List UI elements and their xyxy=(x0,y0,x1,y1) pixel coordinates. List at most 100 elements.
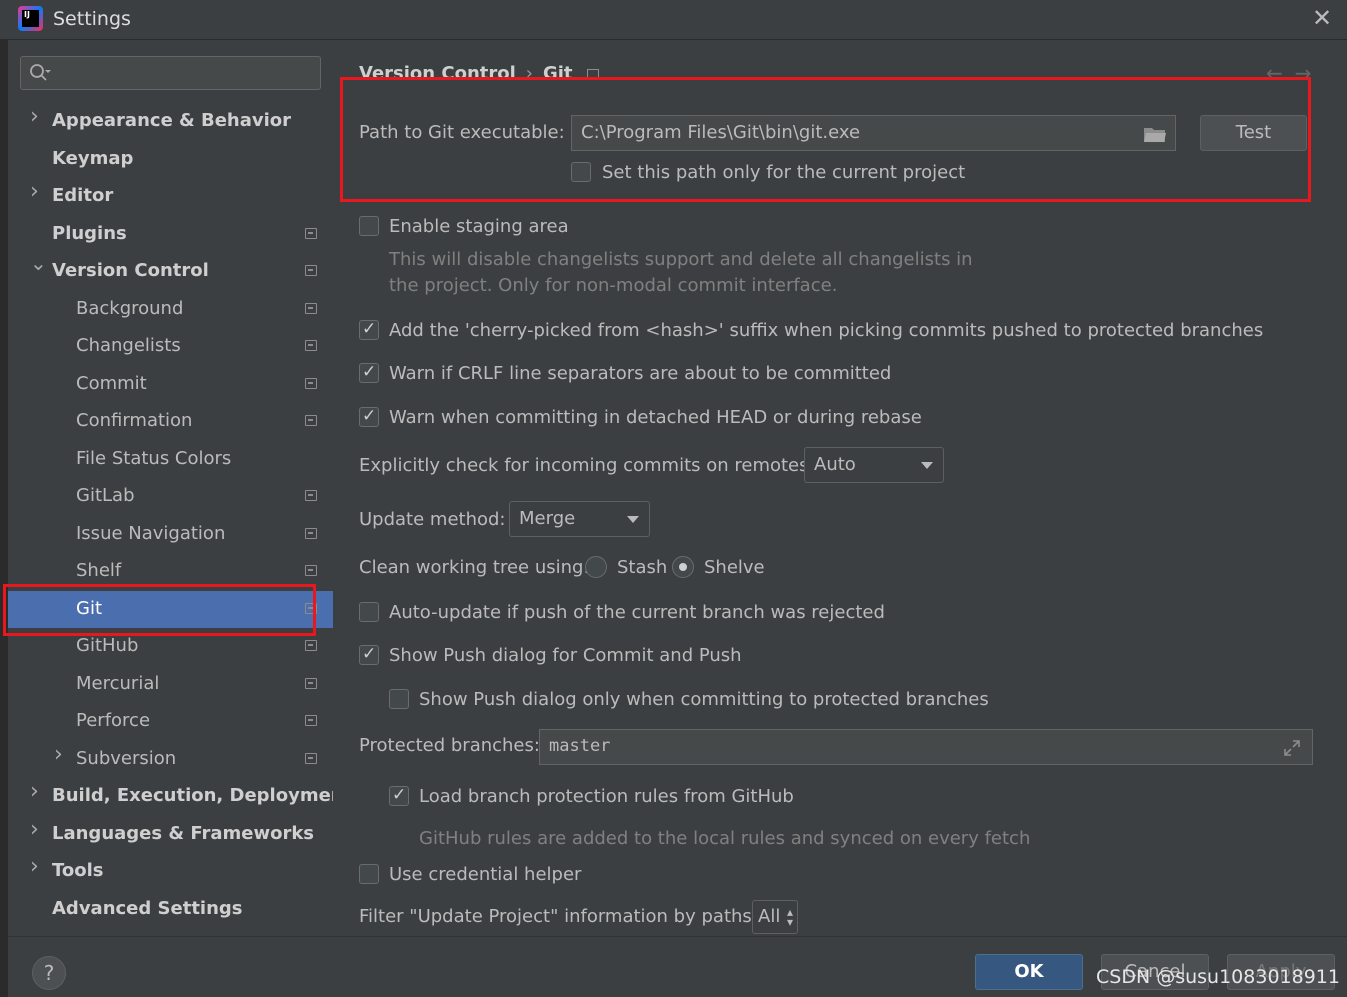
breadcrumb: Version Control › Git xyxy=(359,63,599,84)
update-method-select[interactable]: Merge xyxy=(509,501,650,537)
sidebar-item-gitlab[interactable]: GitLab xyxy=(8,478,333,515)
expand-icon[interactable] xyxy=(1282,738,1302,758)
project-scope-icon xyxy=(305,415,317,426)
sidebar-item-plugins[interactable]: Plugins xyxy=(8,216,333,253)
search-input[interactable] xyxy=(61,61,311,85)
history-arrows: ←→ xyxy=(1266,61,1324,85)
show-push-dialog-label: Show Push dialog for Commit and Push xyxy=(389,645,742,666)
shelve-radio[interactable] xyxy=(672,556,694,578)
sidebar-item-background[interactable]: Background xyxy=(8,291,333,328)
chevron-right-icon[interactable]: › xyxy=(54,744,68,766)
warn-detached-head-checkbox[interactable] xyxy=(359,406,379,427)
sidebar-item-git[interactable]: Git xyxy=(8,591,333,628)
sidebar-item-languages-frameworks[interactable]: › Languages & Frameworks xyxy=(8,816,333,853)
show-push-dialog-checkbox[interactable] xyxy=(359,644,379,665)
show-push-protected-checkbox[interactable] xyxy=(389,689,409,709)
breadcrumb-parent[interactable]: Version Control xyxy=(359,63,516,84)
sidebar-item-confirmation[interactable]: Confirmation xyxy=(8,403,333,440)
sidebar-item-shelf[interactable]: Shelf xyxy=(8,553,333,590)
credential-helper-label: Use credential helper xyxy=(389,864,582,885)
sidebar-item-perforce[interactable]: Perforce xyxy=(8,703,333,740)
warn-crlf-checkbox[interactable] xyxy=(359,362,379,383)
protected-branches-field[interactable]: master xyxy=(539,729,1313,765)
project-scope-icon xyxy=(305,715,317,726)
folder-icon[interactable] xyxy=(1143,124,1167,144)
sidebar-item-label: GitHub xyxy=(76,635,139,656)
chevron-right-icon[interactable]: › xyxy=(30,856,44,878)
load-protection-rules-checkbox[interactable] xyxy=(389,785,409,806)
warn-detached-head-label: Warn when committing in detached HEAD or… xyxy=(389,407,922,428)
chevron-right-icon[interactable]: › xyxy=(30,819,44,841)
enable-staging-label: Enable staging area xyxy=(389,216,569,237)
cherry-pick-suffix-checkbox[interactable] xyxy=(359,319,379,340)
project-scope-icon xyxy=(305,490,317,501)
protected-branches-label: Protected branches: xyxy=(359,735,540,756)
test-button[interactable]: Test xyxy=(1200,115,1307,151)
sidebar-item-mercurial[interactable]: Mercurial xyxy=(8,666,333,703)
stash-label: Stash xyxy=(617,557,668,578)
sidebar-item-label: Perforce xyxy=(76,710,151,731)
shelve-label: Shelve xyxy=(704,557,765,578)
sidebar-item-label: Advanced Settings xyxy=(52,898,243,919)
git-path-value: C:\Program Files\Git\bin\git.exe xyxy=(581,122,861,143)
sidebar-item-tools[interactable]: › Tools xyxy=(8,853,333,890)
sidebar-item-subversion[interactable]: › Subversion xyxy=(8,741,333,778)
sidebar-item-editor[interactable]: › Editor xyxy=(8,178,333,215)
sidebar-item-build-execution-deployment[interactable]: › Build, Execution, Deployment xyxy=(8,778,352,815)
filter-paths-select[interactable]: All ▴ ▾ xyxy=(752,900,798,934)
credential-helper-checkbox[interactable] xyxy=(359,864,379,884)
sidebar-item-keymap[interactable]: Keymap xyxy=(8,141,333,178)
auto-update-checkbox[interactable] xyxy=(359,602,379,622)
sidebar-item-issue-navigation[interactable]: Issue Navigation xyxy=(8,516,333,553)
project-scope-icon xyxy=(305,753,317,764)
chevron-right-icon[interactable]: › xyxy=(30,181,44,203)
sidebar-item-changelists[interactable]: Changelists xyxy=(8,328,333,365)
project-scope-icon xyxy=(305,678,317,689)
help-icon[interactable]: ? xyxy=(32,956,66,990)
enable-staging-checkbox[interactable] xyxy=(359,216,379,236)
incoming-commits-label: Explicitly check for incoming commits on… xyxy=(359,455,815,476)
sidebar-item-label: Build, Execution, Deployment xyxy=(52,785,353,806)
sidebar-item-label: Plugins xyxy=(52,223,127,244)
project-scope-icon xyxy=(305,565,317,576)
background-window-strip xyxy=(0,0,8,997)
sidebar-item-commit[interactable]: Commit xyxy=(8,366,333,403)
incoming-commits-select[interactable]: Auto xyxy=(804,447,944,483)
git-path-field[interactable]: C:\Program Files\Git\bin\git.exe xyxy=(571,115,1176,151)
stash-radio[interactable] xyxy=(585,556,607,578)
chevron-right-icon[interactable]: › xyxy=(30,106,44,128)
chevron-down-icon xyxy=(921,462,933,469)
sidebar-item-appearance-behavior[interactable]: › Appearance & Behavior xyxy=(8,103,333,140)
staging-hint-line2: the project. Only for non-modal commit i… xyxy=(389,275,838,296)
filter-paths-value: All xyxy=(758,906,781,927)
staging-hint-line1: This will disable changelists support an… xyxy=(389,249,973,270)
project-scope-icon xyxy=(305,378,317,389)
window-title: Settings xyxy=(53,8,131,30)
sidebar-item-version-control[interactable]: ⌄ Version Control xyxy=(8,253,333,290)
sidebar-item-label: Editor xyxy=(52,185,114,206)
settings-search-field[interactable] xyxy=(20,56,321,90)
sidebar-item-advanced-settings[interactable]: Advanced Settings xyxy=(8,891,333,928)
forward-arrow-icon[interactable]: → xyxy=(1295,61,1324,85)
project-scope-icon xyxy=(305,303,317,314)
update-method-label: Update method: xyxy=(359,509,506,530)
sidebar-item-label: Changelists xyxy=(76,335,181,356)
sidebar-item-label: Tools xyxy=(52,860,104,881)
chevron-right-icon[interactable]: › xyxy=(30,781,44,803)
git-path-label: Path to Git executable: xyxy=(359,122,565,143)
project-scope-icon xyxy=(586,68,599,80)
sidebar-item-label: Issue Navigation xyxy=(76,523,226,544)
update-method-value: Merge xyxy=(519,508,576,529)
breadcrumb-separator: › xyxy=(525,63,533,84)
sidebar-item-github[interactable]: GitHub xyxy=(8,628,333,665)
sidebar-item-label: Confirmation xyxy=(76,410,193,431)
close-icon[interactable]: ✕ xyxy=(1308,4,1336,32)
ok-button[interactable]: OK xyxy=(975,954,1083,990)
back-arrow-icon[interactable]: ← xyxy=(1266,61,1295,85)
title-bar: IJ Settings ✕ xyxy=(0,0,1347,40)
current-project-only-checkbox[interactable] xyxy=(571,162,591,182)
project-scope-icon xyxy=(305,640,317,651)
chevron-down-icon[interactable]: ⌄ xyxy=(30,253,47,273)
chevron-down-icon xyxy=(627,516,639,523)
sidebar-item-file-status-colors[interactable]: File Status Colors xyxy=(8,441,333,478)
